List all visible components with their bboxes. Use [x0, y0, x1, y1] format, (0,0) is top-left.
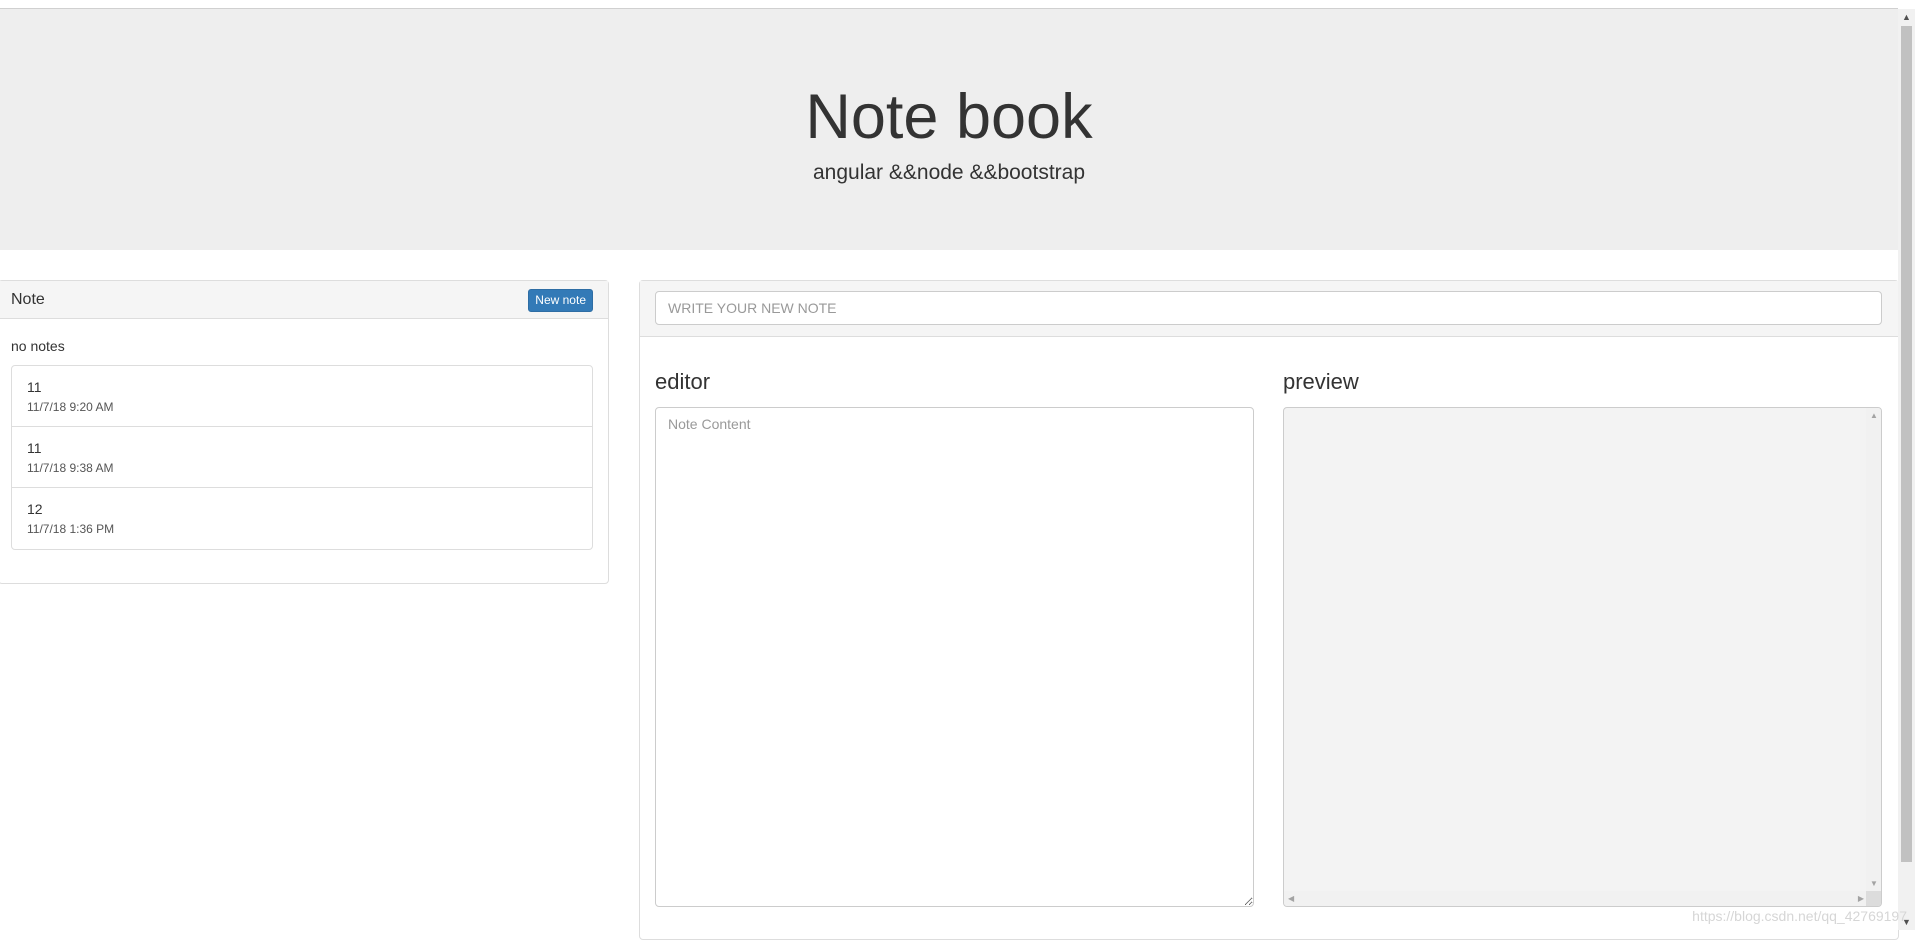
no-notes-text: no notes	[11, 336, 65, 356]
triangle-right-icon[interactable]: ▶	[1858, 895, 1864, 903]
edit-panel-heading	[640, 281, 1898, 337]
note-title-input[interactable]	[655, 291, 1882, 325]
preview-horizontal-scrollbar[interactable]: ◀ ▶	[1284, 891, 1868, 906]
page-title: Note book	[0, 75, 1898, 159]
notes-panel-heading: Note New note	[0, 281, 608, 319]
triangle-left-icon[interactable]: ◀	[1288, 895, 1294, 903]
watermark: https://blog.csdn.net/qq_42769197	[1692, 908, 1907, 924]
resize-grip-icon	[1866, 891, 1881, 906]
notes-panel: Note New note no notes 11 11/7/18 9:20 A…	[0, 280, 609, 584]
note-item-title: 11	[27, 438, 42, 458]
notes-panel-title: Note	[11, 290, 45, 310]
note-content-textarea[interactable]	[655, 407, 1254, 907]
note-item-time: 11/7/18 9:38 AM	[27, 460, 114, 476]
note-list-item[interactable]: 12 11/7/18 1:36 PM	[12, 488, 592, 549]
browser-top-edge	[0, 0, 1898, 9]
jumbotron-header: Note book angular &&node &&bootstrap	[0, 9, 1898, 250]
page-scroll-thumb[interactable]	[1901, 26, 1912, 862]
triangle-up-icon[interactable]: ▲	[1870, 412, 1878, 420]
note-edit-panel: editor preview ▲ ▼ ◀ ▶	[639, 280, 1899, 940]
page-scrollbar[interactable]: ▲ ▼	[1898, 9, 1915, 930]
note-item-time: 11/7/18 1:36 PM	[27, 521, 114, 537]
triangle-up-icon[interactable]: ▲	[1902, 12, 1911, 22]
triangle-down-icon[interactable]: ▼	[1870, 880, 1878, 888]
preview-heading: preview	[1283, 369, 1359, 395]
note-list: 11 11/7/18 9:20 AM 11 11/7/18 9:38 AM 12…	[11, 365, 593, 550]
note-list-item[interactable]: 11 11/7/18 9:38 AM	[12, 427, 592, 488]
note-item-time: 11/7/18 9:20 AM	[27, 399, 114, 415]
new-note-button[interactable]: New note	[528, 289, 593, 312]
note-list-item[interactable]: 11 11/7/18 9:20 AM	[12, 366, 592, 427]
preview-area[interactable]: ▲ ▼ ◀ ▶	[1283, 407, 1882, 907]
editor-heading: editor	[655, 369, 710, 395]
preview-vertical-scrollbar[interactable]: ▲ ▼	[1866, 408, 1881, 892]
note-item-title: 11	[27, 377, 42, 397]
page-subtitle: angular &&node &&bootstrap	[0, 158, 1898, 188]
note-item-title: 12	[27, 499, 43, 519]
